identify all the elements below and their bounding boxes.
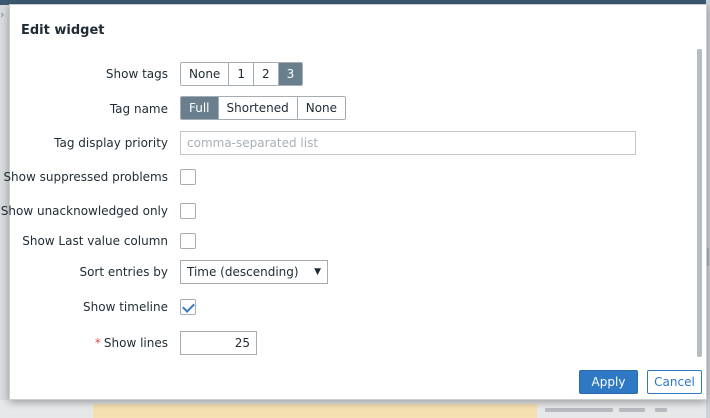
show-lines-label: * Show lines xyxy=(0,335,168,351)
show-lines-label-text: Show lines xyxy=(103,336,168,350)
dialog-title: Edit widget xyxy=(21,23,105,38)
dialog-scrollbar[interactable] xyxy=(697,49,702,357)
show-last-value-label: Show Last value column xyxy=(22,234,168,248)
show-last-value-checkbox[interactable] xyxy=(180,233,196,249)
show-tags-option-2[interactable]: 2 xyxy=(253,63,279,85)
show-tags-label: Show tags xyxy=(105,67,168,81)
cancel-button[interactable]: Cancel xyxy=(647,370,702,394)
show-suppressed-checkbox[interactable] xyxy=(180,169,196,185)
required-mark: * xyxy=(94,336,101,350)
sort-entries-value: Time (descending) xyxy=(187,265,299,279)
edit-widget-dialog: Edit widget Show tags None 1 2 3 Tag nam… xyxy=(1,4,707,400)
show-timeline-label: Show timeline xyxy=(83,300,168,314)
background-row-text xyxy=(545,403,685,417)
tag-name-segmented: Full Shortened None xyxy=(180,96,347,120)
background-highlighted-row xyxy=(93,404,537,418)
tag-name-label: Tag name xyxy=(109,102,168,116)
show-tags-option-1[interactable]: 1 xyxy=(229,63,254,85)
sort-entries-label: Sort entries by xyxy=(79,265,168,279)
tag-display-priority-input[interactable] xyxy=(180,131,636,155)
show-timeline-checkbox[interactable] xyxy=(180,299,196,315)
background-edge-handle xyxy=(707,248,709,266)
show-unacknowledged-label: Show unacknowledged only xyxy=(0,204,168,218)
tag-display-priority-label: Tag display priority xyxy=(54,136,168,150)
background-chevron-icon: › xyxy=(0,8,5,21)
show-lines-input[interactable] xyxy=(180,331,257,355)
show-suppressed-label: Show suppressed problems xyxy=(3,170,168,184)
show-unacknowledged-checkbox[interactable] xyxy=(180,203,196,219)
tag-name-option-shortened[interactable]: Shortened xyxy=(218,97,298,119)
show-tags-option-3[interactable]: 3 xyxy=(278,63,303,85)
tag-name-option-none[interactable]: None xyxy=(297,97,346,119)
sort-entries-select[interactable]: Time (descending) ▼ xyxy=(180,260,328,284)
scrollbar-thumb[interactable] xyxy=(697,49,702,357)
caret-down-icon: ▼ xyxy=(314,267,321,277)
show-tags-segmented: None 1 2 3 xyxy=(180,62,304,86)
show-tags-option-none[interactable]: None xyxy=(181,63,230,85)
tag-name-option-full[interactable]: Full xyxy=(181,97,219,119)
apply-button[interactable]: Apply xyxy=(579,370,638,394)
